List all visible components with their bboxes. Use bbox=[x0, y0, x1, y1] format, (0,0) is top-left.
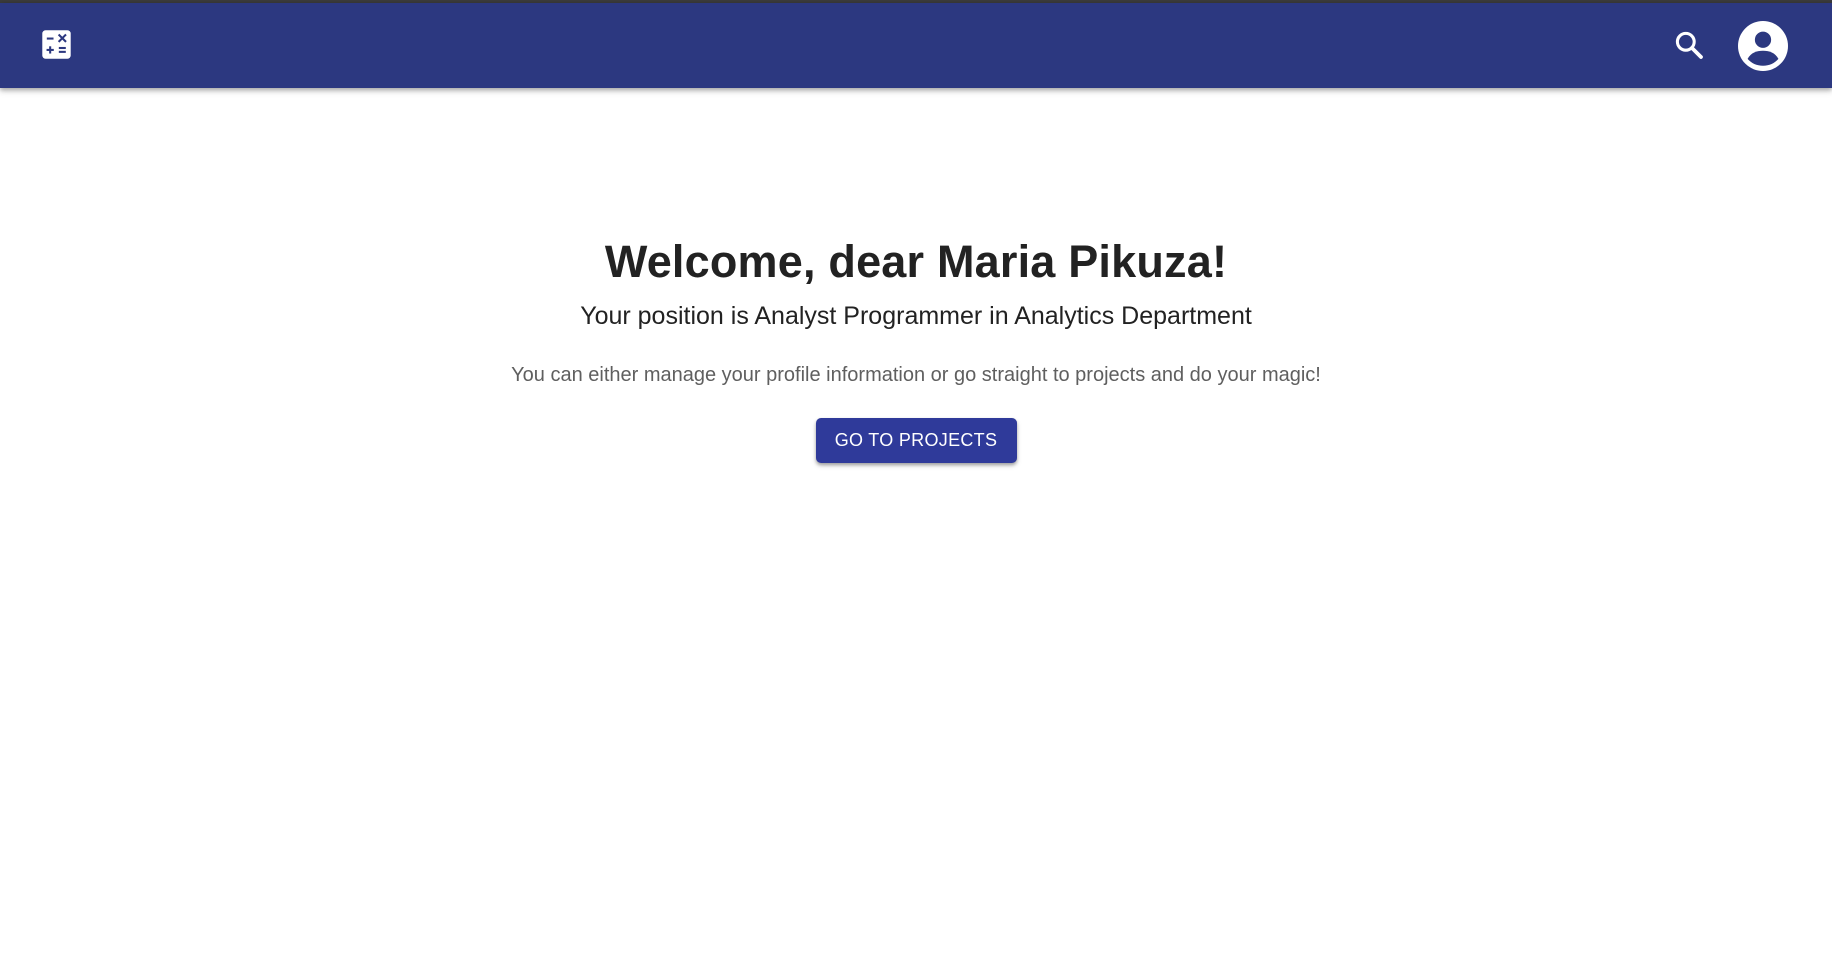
app-logo-button[interactable] bbox=[36, 27, 76, 67]
app-bar bbox=[0, 3, 1832, 88]
position-text: Your position is Analyst Programmer in A… bbox=[580, 302, 1252, 330]
go-to-projects-button[interactable]: GO TO PROJECTS bbox=[815, 418, 1017, 463]
search-button[interactable] bbox=[1668, 26, 1710, 68]
calculator-icon bbox=[41, 29, 72, 65]
info-text: You can either manage your profile infor… bbox=[511, 364, 1321, 386]
welcome-title: Welcome, dear Maria Pikuza! bbox=[604, 236, 1228, 287]
search-icon bbox=[1673, 29, 1705, 66]
account-circle-icon bbox=[1738, 20, 1788, 76]
cta-container: GO TO PROJECTS bbox=[0, 418, 1832, 463]
account-button[interactable] bbox=[1737, 20, 1789, 76]
